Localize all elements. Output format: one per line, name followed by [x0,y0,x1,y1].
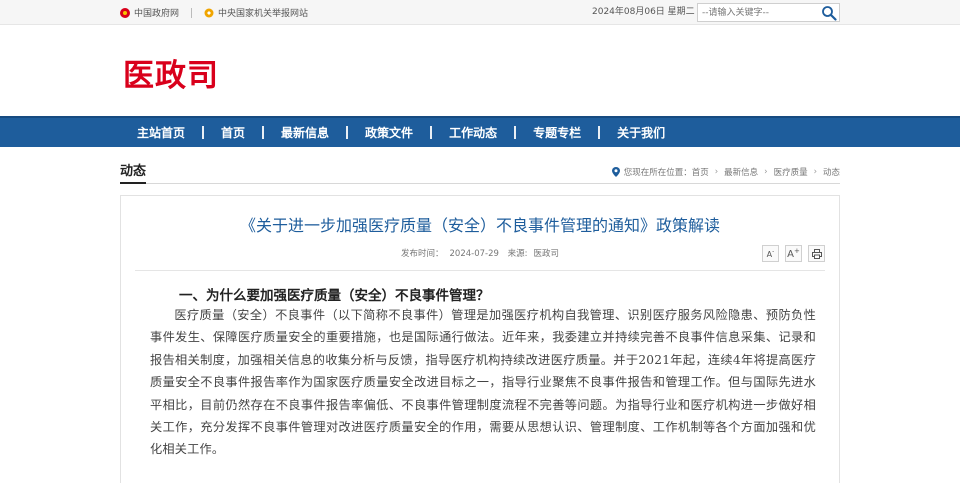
main-nav-list: 主站首页 首页 最新信息 政策文件 工作动态 专题专栏 关于我们 [120,118,682,147]
breadcrumb-latest[interactable]: 最新信息 [724,166,758,178]
search-box [697,3,840,22]
source-label: 来源: [507,249,528,259]
font-decrease-button[interactable]: A- [762,245,779,262]
breadcrumb: 您现在所在位置： 首页 › 最新信息 › 医疗质量 › 动态 [611,162,840,182]
article-tools: A- A+ [756,245,825,262]
article-meta: 发布时间： 2024-07-29 来源: 医政司 [121,247,839,259]
breadcrumb-arrow-icon: › [764,167,768,177]
nav-item-policy[interactable]: 政策文件 [348,118,430,147]
article-paragraph-1: 医疗质量（安全）不良事件（以下简称不良事件）管理是加强医疗机构自我管理、识别医疗… [150,308,816,457]
gov-portal-link[interactable]: 中国政府网 [120,6,179,19]
nav-item-label: 首页 [221,126,246,140]
article-title: 《关于进一步加强医疗质量（安全）不良事件管理的通知》政策解读 [239,216,720,235]
report-site-icon [204,8,214,17]
nav-item-main-home[interactable]: 主站首页 [120,118,202,147]
nav-item-work-news[interactable]: 工作动态 [432,118,514,147]
location-pin-icon [611,167,620,177]
nav-item-label: 政策文件 [365,126,414,140]
nav-divider [514,126,517,139]
nav-divider [262,126,265,139]
report-site-link[interactable]: 中央国家机关举报网站 [204,6,308,19]
font-decrease-icon: A- [766,247,775,259]
font-increase-button[interactable]: A+ [785,245,802,262]
gov-portal-link-label: 中国政府网 [134,9,180,19]
breadcrumb-quality[interactable]: 医疗质量 [774,166,808,178]
main-nav: 主站首页 首页 最新信息 政策文件 工作动态 专题专栏 关于我们 [0,116,960,147]
nav-item-home[interactable]: 首页 [204,118,262,147]
nav-item-topics[interactable]: 专题专栏 [516,118,598,147]
link-divider [191,7,193,18]
breadcrumb-prefix: 您现在所在位置： [623,168,692,178]
breadcrumb-arrow-icon: › [714,167,719,177]
article-divider [135,270,825,271]
publish-date: 2024-07-29 [449,249,499,259]
top-utility-bar: 中国政府网 中央国家机关举报网站 2024年08月06日 星期二 [0,0,960,25]
print-button[interactable] [808,245,825,262]
publish-label: 发布时间： [400,249,444,259]
site-logo[interactable]: 医政司 [123,50,219,95]
nav-item-label: 工作动态 [449,126,498,140]
font-increase-label: A [787,249,794,260]
nav-item-about[interactable]: 关于我们 [600,118,682,147]
article-panel: 《关于进一步加强医疗质量（安全）不良事件管理的通知》政策解读 发布时间： 2024… [120,195,840,483]
nav-item-label: 主站首页 [137,126,186,140]
nav-item-latest[interactable]: 最新信息 [264,118,346,147]
nav-divider [346,126,349,139]
font-increase-icon: A+ [787,247,800,260]
print-icon [811,248,822,259]
search-icon [822,6,837,21]
nav-divider [430,126,433,139]
section-header: 动态 您现在所在位置： 首页 › 最新信息 › 医疗质量 › 动态 [120,162,840,184]
current-date: 2024年08月06日 星期二 [592,7,695,17]
article-heading-1: 一、为什么要加强医疗质量（安全）不良事件管理？ [179,288,490,304]
national-emblem-icon [120,7,130,18]
nav-divider [202,126,205,139]
nav-item-label: 专题专栏 [533,126,582,140]
search-button[interactable] [821,5,837,21]
nav-item-label: 关于我们 [617,126,666,140]
source-value: 医政司 [533,249,559,259]
nav-divider [598,126,601,139]
breadcrumb-home[interactable]: 首页 [692,166,709,178]
breadcrumb-arrow-icon: › [813,167,817,177]
top-links: 中国政府网 中央国家机关举报网站 [120,0,308,25]
search-input[interactable] [702,5,814,20]
breadcrumb-current[interactable]: 动态 [823,166,840,178]
section-title: 动态 [120,162,147,184]
report-site-link-label: 中央国家机关举报网站 [218,9,309,19]
nav-item-label: 最新信息 [281,126,330,140]
